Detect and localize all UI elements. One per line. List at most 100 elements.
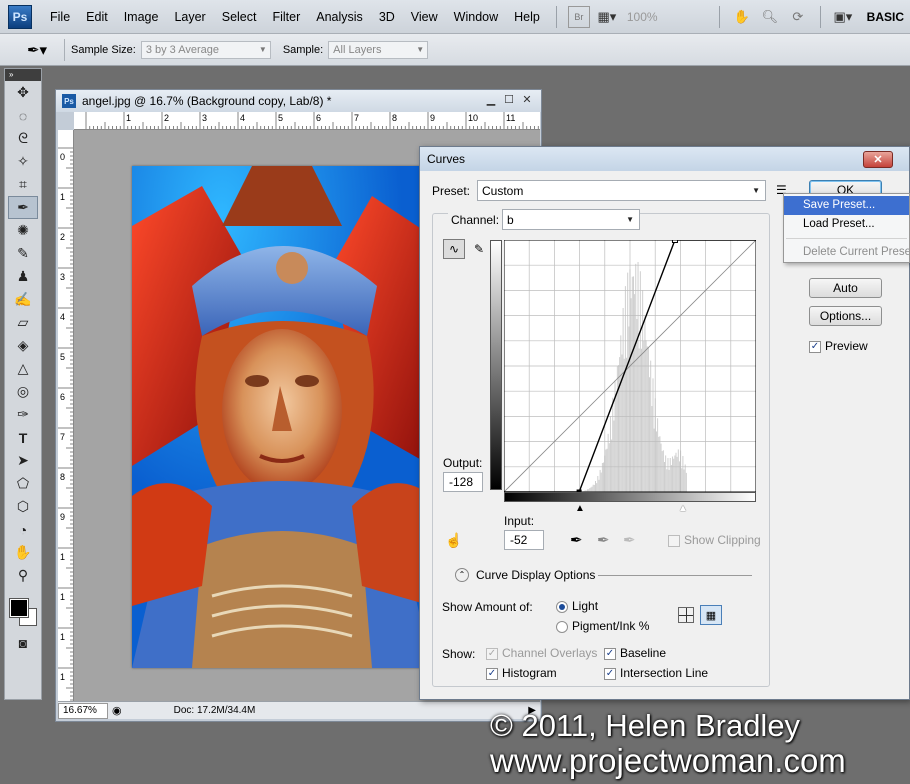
- on-image-adjust-icon[interactable]: ☝: [445, 532, 462, 549]
- light-radio[interactable]: Light: [556, 599, 598, 613]
- ruler-label: 4: [60, 312, 65, 322]
- menu-layer[interactable]: Layer: [166, 10, 213, 24]
- menu-analysis[interactable]: Analysis: [308, 10, 371, 24]
- load-preset-menu-item[interactable]: Load Preset...: [784, 215, 909, 234]
- vertical-ruler-ticks: 0 1 2 3 4 5 6 7 8 9 1 1 1 1: [58, 147, 73, 701]
- save-preset-menu-item[interactable]: Save Preset...: [784, 196, 909, 215]
- eyedropper-tool-icon[interactable]: ✒: [8, 196, 38, 219]
- bridge-button[interactable]: Br: [567, 5, 590, 28]
- ruler-label: 7: [354, 113, 359, 123]
- menu-separator: [786, 238, 907, 239]
- quick-mask-icon[interactable]: ◙: [8, 631, 38, 654]
- show-clipping-checkbox[interactable]: Show Clipping: [668, 533, 761, 547]
- zoom-icon[interactable]: 🔍︎: [759, 6, 781, 28]
- zoom-level[interactable]: 100%: [621, 7, 711, 27]
- shape-tool-icon[interactable]: ⬠: [8, 472, 38, 495]
- brush-tool-icon[interactable]: ✎: [8, 242, 38, 265]
- rotate-view-icon[interactable]: ⟳: [787, 6, 809, 28]
- curve-display-options-label[interactable]: Curve Display Options: [476, 568, 595, 582]
- ruler-label: 6: [60, 392, 65, 402]
- options-button[interactable]: Options...: [809, 306, 882, 326]
- ruler-label: 1: [60, 672, 65, 682]
- black-eyedropper-icon[interactable]: ✒: [570, 531, 583, 549]
- crop-tool-icon[interactable]: ⌗: [8, 173, 38, 196]
- curve-draw-pencil-icon[interactable]: ✎: [469, 239, 489, 259]
- clone-stamp-tool-icon[interactable]: ♟: [8, 265, 38, 288]
- dodge-tool-icon[interactable]: ◎: [8, 380, 38, 403]
- baseline-checkbox[interactable]: ✓ Baseline: [604, 646, 666, 660]
- pen-tool-icon[interactable]: ✑: [8, 403, 38, 426]
- curves-title-bar[interactable]: Curves: [420, 147, 909, 171]
- output-field[interactable]: -128: [443, 472, 483, 492]
- menu-window[interactable]: Window: [446, 10, 506, 24]
- type-tool-icon[interactable]: T: [8, 426, 38, 449]
- close-icon[interactable]: ✕: [519, 93, 535, 106]
- zoom-tool-icon[interactable]: ⚲: [8, 564, 38, 587]
- ruler-label: 1: [60, 592, 65, 602]
- preview-checkbox[interactable]: ✓ Preview: [809, 339, 868, 353]
- eyedropper-tool-preset-icon[interactable]: ✒▾: [16, 37, 58, 63]
- sample-select[interactable]: All Layers ▼: [328, 40, 429, 59]
- path-selection-tool-icon[interactable]: ➤: [8, 449, 38, 472]
- pigment-radio[interactable]: Pigment/Ink %: [556, 619, 649, 633]
- document-title-bar[interactable]: Ps angel.jpg @ 16.7% (Background copy, L…: [56, 90, 541, 112]
- healing-brush-tool-icon[interactable]: ✺: [8, 219, 38, 242]
- lasso-tool-icon[interactable]: ᘓ: [8, 127, 38, 150]
- black-point-slider-icon[interactable]: ▲: [575, 503, 585, 514]
- screen-mode-icon[interactable]: ▦▾: [596, 6, 618, 28]
- channel-value: b: [507, 212, 514, 227]
- menu-view[interactable]: View: [403, 10, 446, 24]
- foreground-color-swatch[interactable]: [9, 598, 29, 618]
- color-swatches[interactable]: [5, 591, 41, 631]
- menu-image[interactable]: Image: [116, 10, 167, 24]
- menu-edit[interactable]: Edit: [78, 10, 116, 24]
- channel-overlays-checkbox[interactable]: ✓ Channel Overlays: [486, 646, 597, 660]
- curves-graph[interactable]: [504, 240, 756, 492]
- history-brush-tool-icon[interactable]: ✍: [8, 288, 38, 311]
- minimize-icon[interactable]: ▁: [483, 93, 499, 106]
- curve-edit-points-icon[interactable]: ∿: [443, 239, 465, 259]
- delete-current-preset-menu-item[interactable]: Delete Current Preset: [784, 243, 909, 262]
- paint-bucket-tool-icon[interactable]: ◈: [8, 334, 38, 357]
- arrange-documents-icon[interactable]: ▣▾: [832, 6, 854, 28]
- white-point-slider-icon[interactable]: ▲: [678, 503, 688, 514]
- hand-icon[interactable]: ✋: [731, 6, 753, 28]
- document-info: Doc: 17.2M/34.4M: [173, 705, 256, 716]
- menu-select[interactable]: Select: [214, 10, 265, 24]
- menu-filter[interactable]: Filter: [264, 10, 308, 24]
- menu-file[interactable]: File: [42, 10, 78, 24]
- input-field[interactable]: -52: [504, 530, 544, 550]
- channel-dropdown[interactable]: b ▼: [502, 209, 640, 230]
- blur-tool-icon[interactable]: △: [8, 357, 38, 380]
- eraser-tool-icon[interactable]: ▱: [8, 311, 38, 334]
- menu-help[interactable]: Help: [506, 10, 548, 24]
- move-tool-icon[interactable]: ✥: [8, 81, 38, 104]
- histogram-checkbox[interactable]: ✓ Histogram: [486, 666, 557, 680]
- intersection-line-checkbox[interactable]: ✓ Intersection Line: [604, 666, 708, 680]
- marquee-tool-icon[interactable]: ◌: [8, 104, 38, 127]
- white-eyedropper-icon[interactable]: ✒: [623, 531, 636, 549]
- maximize-icon[interactable]: ☐: [501, 93, 517, 106]
- sample-size-select[interactable]: 3 by 3 Average ▼: [140, 40, 271, 59]
- simple-grid-icon[interactable]: [678, 607, 694, 623]
- preset-dropdown[interactable]: Custom ▼: [477, 180, 766, 201]
- gray-eyedropper-icon[interactable]: ✒: [597, 531, 610, 549]
- statue-photo[interactable]: [132, 166, 432, 668]
- auto-button[interactable]: Auto: [809, 278, 882, 298]
- hand-tool-icon[interactable]: ✋: [8, 541, 38, 564]
- channel-label: Channel:: [448, 213, 503, 227]
- ruler-label: 7: [60, 432, 65, 442]
- collapse-options-icon[interactable]: ⌃: [455, 568, 469, 582]
- zoom-field[interactable]: 16.67%: [58, 702, 108, 719]
- tools-panel-header[interactable]: »: [5, 69, 41, 81]
- menu-3d[interactable]: 3D: [371, 10, 403, 24]
- dialog-close-button[interactable]: ✕: [863, 151, 893, 168]
- workspace-switcher[interactable]: BASIC: [861, 0, 910, 34]
- magic-wand-tool-icon[interactable]: ✧: [8, 150, 38, 173]
- output-label: Output:: [443, 456, 483, 470]
- ruler-label: 1: [126, 113, 131, 123]
- detailed-grid-icon[interactable]: ▦: [700, 605, 722, 625]
- 3d-orbit-tool-icon[interactable]: ◔: [8, 518, 38, 541]
- status-menu-icon[interactable]: ◉: [112, 704, 122, 717]
- 3d-rotate-tool-icon[interactable]: ⬡: [8, 495, 38, 518]
